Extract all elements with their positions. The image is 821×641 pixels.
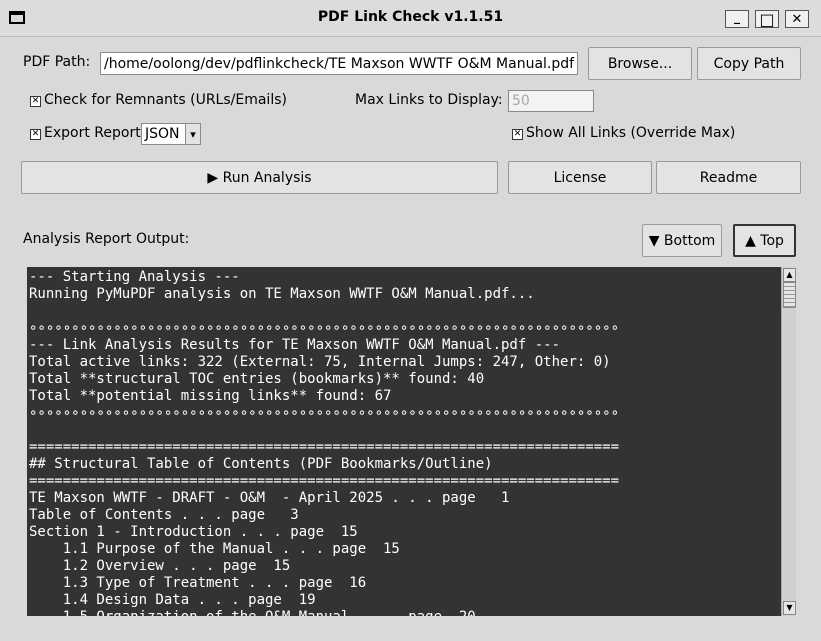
close-button[interactable]: ✕ <box>785 10 809 28</box>
export-format-select[interactable]: JSON ▾ <box>141 123 201 145</box>
report-output[interactable]: --- Starting Analysis --- Running PyMuPD… <box>27 267 781 616</box>
maximize-icon: □ <box>759 9 775 29</box>
minimize-button[interactable]: _ <box>725 10 749 28</box>
minimize-icon: _ <box>734 10 740 24</box>
export-report-checkbox[interactable]: ✕ <box>30 129 41 140</box>
readme-button[interactable]: Readme <box>656 161 801 194</box>
scroll-up-icon[interactable]: ▲ <box>783 268 796 282</box>
export-report-label: Export Report <box>44 125 141 141</box>
scroll-top-button[interactable]: ▲ Top <box>733 224 796 257</box>
export-format-value: JSON <box>145 126 180 142</box>
scroll-down-icon[interactable]: ▼ <box>783 601 796 615</box>
pdf-path-label: PDF Path: <box>23 54 91 70</box>
run-analysis-button[interactable]: ▶ Run Analysis <box>21 161 498 194</box>
title-divider <box>0 36 821 37</box>
copy-path-button[interactable]: Copy Path <box>697 47 801 80</box>
maximize-button[interactable]: □ <box>755 9 779 29</box>
remnants-checkbox[interactable]: ✕ <box>30 96 41 107</box>
max-links-label: Max Links to Display: <box>355 92 503 108</box>
scroll-bottom-button[interactable]: ▼ Bottom <box>642 224 722 257</box>
close-icon: ✕ <box>791 11 803 27</box>
chevron-down-icon: ▾ <box>185 124 200 144</box>
remnants-label: Check for Remnants (URLs/Emails) <box>44 92 287 108</box>
license-button[interactable]: License <box>508 161 652 194</box>
window-title: PDF Link Check v1.1.51 <box>317 9 504 25</box>
output-label: Analysis Report Output: <box>23 231 190 247</box>
output-scrollbar[interactable]: ▲ ▼ <box>781 267 796 616</box>
browse-button[interactable]: Browse... <box>588 47 692 80</box>
show-all-links-label: Show All Links (Override Max) <box>526 125 736 141</box>
report-output-text: --- Starting Analysis --- Running PyMuPD… <box>29 269 620 616</box>
pdf-path-input[interactable]: /home/oolong/dev/pdflinkcheck/TE Maxson … <box>100 52 578 75</box>
max-links-input[interactable]: 50 <box>508 90 594 112</box>
show-all-links-checkbox[interactable]: ✕ <box>512 129 523 140</box>
scroll-thumb[interactable] <box>783 282 796 308</box>
